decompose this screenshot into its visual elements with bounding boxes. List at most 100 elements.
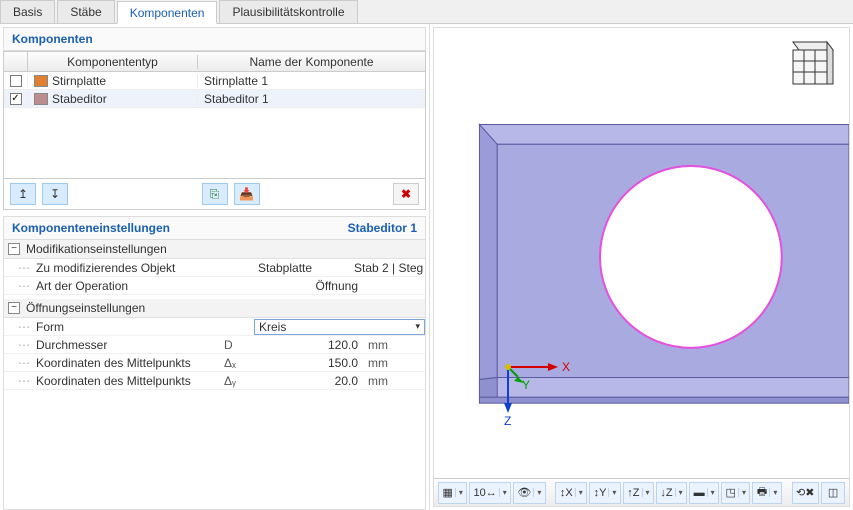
param-value[interactable]: 150.0	[254, 356, 364, 370]
components-title: Komponenten	[3, 27, 426, 51]
settings-row[interactable]: ⋯FormKreis▾	[4, 318, 425, 336]
chevron-down-icon: ▾	[707, 488, 715, 497]
zoom-factor-button[interactable]: 10↔▾	[469, 482, 511, 504]
param-unit: mm	[364, 338, 404, 352]
group-label: Öffnungseinstellungen	[26, 301, 145, 315]
component-name: Stabeditor 1	[198, 92, 425, 106]
svg-text:Y: Y	[522, 378, 530, 392]
param-label: Koordinaten des Mittelpunkts	[34, 356, 224, 370]
component-name: Stirnplatte 1	[198, 74, 425, 88]
tab-plausibilitätskontrolle[interactable]: Plausibilitätskontrolle	[219, 0, 357, 23]
view-x-button[interactable]: ↕X▾	[555, 482, 587, 504]
viewport-panel: X Y Z ▦▾10↔▾👁▾↕X▾↕Y▾↑Z▾↓Z▾▬▾◳▾🖶▾⟲✖◫	[433, 27, 850, 507]
new-window-icon: ◫	[828, 486, 838, 499]
collapse-toggle[interactable]: −	[8, 302, 20, 314]
col-type: Komponententyp	[28, 55, 198, 69]
components-header: Komponententyp Name der Komponente	[4, 52, 425, 72]
view-x-icon: ↕X	[560, 487, 573, 499]
display-mode-button[interactable]: ▦▾	[438, 482, 467, 504]
color-swatch	[34, 75, 48, 87]
param-label: Durchmesser	[34, 338, 224, 352]
components-toolbar: ↥ ↧ ⎘ 📥 ✖	[3, 179, 426, 210]
render-mode-button[interactable]: ◳▾	[721, 482, 750, 504]
zoom-factor-icon: 10↔	[474, 487, 497, 499]
chevron-down-icon: ▾	[533, 488, 541, 497]
param-extra: Stab 2 | Steg	[344, 261, 425, 275]
component-row[interactable]: Stabeditor Stabeditor 1	[4, 90, 425, 108]
svg-text:Z: Z	[504, 414, 511, 427]
settings-row[interactable]: ⋯Koordinaten des MittelpunktsΔᵧ20.0mm	[4, 372, 425, 390]
reset-view-icon: ⟲✖	[796, 486, 814, 499]
show-hide-button[interactable]: 👁▾	[513, 482, 546, 504]
settings-title: Komponenteneinstellungen	[12, 221, 170, 235]
settings-row[interactable]: ⋯Zu modifizierendes ObjektStabplatteStab…	[4, 259, 425, 277]
row-checkbox[interactable]	[10, 93, 22, 105]
tab-stäbe[interactable]: Stäbe	[57, 0, 114, 23]
viewport-3d[interactable]: X Y Z	[434, 28, 849, 476]
param-value[interactable]: Öffnung	[254, 279, 364, 293]
col-name: Name der Komponente	[198, 55, 425, 69]
chevron-down-icon: ▾	[575, 488, 583, 497]
svg-text:X: X	[562, 360, 570, 374]
iso-view-icon: ▬	[694, 487, 705, 499]
reset-view-button[interactable]: ⟲✖	[792, 482, 820, 504]
param-symbol: D	[224, 338, 254, 352]
param-symbol: Δₓ	[224, 356, 254, 370]
component-type: Stirnplatte	[52, 74, 106, 88]
settings-group[interactable]: −Modifikationseinstellungen	[4, 240, 425, 259]
settings-row[interactable]: ⋯Koordinaten des MittelpunktsΔₓ150.0mm	[4, 354, 425, 372]
view-z-down-button[interactable]: ↓Z▾	[656, 482, 687, 504]
axis-triad: X Y Z	[488, 347, 578, 430]
view-z-up-icon: ↑Z	[627, 487, 639, 499]
view-y-icon: ↕Y	[594, 487, 607, 499]
component-row[interactable]: Stirnplatte Stirnplatte 1	[4, 72, 425, 90]
view-z-down-icon: ↓Z	[660, 487, 672, 499]
settings-row[interactable]: ⋯Art der OperationÖffnung	[4, 277, 425, 295]
settings-tree: −Modifikationseinstellungen⋯Zu modifizie…	[3, 240, 426, 510]
component-type: Stabeditor	[52, 92, 107, 106]
param-label: Art der Operation	[34, 279, 224, 293]
iso-view-button[interactable]: ▬▾	[689, 482, 719, 504]
group-label: Modifikationseinstellungen	[26, 242, 167, 256]
settings-row[interactable]: ⋯DurchmesserD120.0mm	[4, 336, 425, 354]
view-y-button[interactable]: ↕Y▾	[589, 482, 621, 504]
new-window-button[interactable]: ◫	[821, 482, 845, 504]
shape-dropdown[interactable]: Kreis▾	[254, 319, 425, 335]
chevron-down-icon: ▾	[455, 488, 463, 497]
settings-title-row: Komponenteneinstellungen Stabeditor 1	[3, 216, 426, 240]
components-table: Komponententyp Name der Komponente Stirn…	[3, 51, 426, 179]
chevron-down-icon: ▾	[499, 488, 507, 497]
row-checkbox[interactable]	[10, 75, 22, 87]
param-unit: mm	[364, 356, 404, 370]
render-mode-icon: ◳	[726, 486, 736, 499]
param-label: Koordinaten des Mittelpunkts	[34, 374, 224, 388]
chevron-down-icon: ▾	[642, 488, 650, 497]
param-value[interactable]: 120.0	[254, 338, 364, 352]
chevron-down-icon: ▾	[415, 321, 420, 332]
move-down-button[interactable]: ↧	[42, 183, 68, 205]
tab-komponenten[interactable]: Komponenten	[117, 1, 218, 24]
param-symbol: Δᵧ	[224, 374, 254, 388]
import-button[interactable]: 📥	[234, 183, 260, 205]
param-value: Stabplatte	[254, 261, 344, 275]
print-button[interactable]: 🖶▾	[752, 482, 781, 504]
tab-basis[interactable]: Basis	[0, 0, 55, 23]
chevron-down-icon: ▾	[738, 488, 746, 497]
orientation-cube[interactable]	[781, 36, 835, 90]
copy-button[interactable]: ⎘	[202, 183, 228, 205]
chevron-down-icon: ▾	[675, 488, 683, 497]
settings-group[interactable]: −Öffnungseinstellungen	[4, 299, 425, 318]
show-hide-icon: 👁	[517, 486, 531, 499]
settings-context: Stabeditor 1	[348, 221, 417, 235]
tab-bar: BasisStäbeKomponentenPlausibilitätskontr…	[0, 0, 853, 24]
param-value[interactable]: 20.0	[254, 374, 364, 388]
color-swatch	[34, 93, 48, 105]
print-icon: 🖶	[757, 483, 767, 502]
param-unit: mm	[364, 374, 404, 388]
view-toolbar: ▦▾10↔▾👁▾↕X▾↕Y▾↑Z▾↓Z▾▬▾◳▾🖶▾⟲✖◫	[434, 478, 849, 506]
view-z-up-button[interactable]: ↑Z▾	[623, 482, 654, 504]
display-mode-icon: ▦	[442, 486, 452, 499]
collapse-toggle[interactable]: −	[8, 243, 20, 255]
move-up-button[interactable]: ↥	[10, 183, 36, 205]
delete-button[interactable]: ✖	[393, 183, 419, 205]
